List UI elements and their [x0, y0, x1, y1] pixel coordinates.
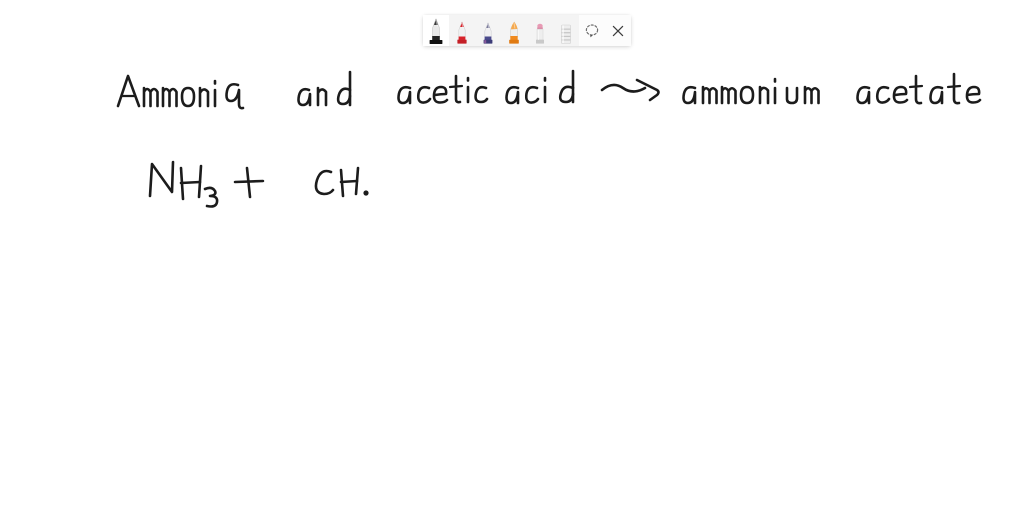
tool-black-pen[interactable]	[423, 15, 449, 46]
tool-lasso-select[interactable]	[579, 15, 605, 46]
handwriting-canvas	[116, 69, 982, 208]
handwriting-line-1	[116, 69, 982, 110]
tool-orange-highlighter[interactable]	[501, 15, 527, 46]
highlighter-icon	[483, 22, 493, 44]
tool-eraser[interactable]	[527, 15, 553, 46]
pen-toolbar[interactable]	[423, 15, 631, 46]
pen-icon	[457, 21, 467, 44]
pen-icon	[429, 18, 443, 44]
close-icon	[612, 25, 624, 36]
lasso-select-icon	[585, 23, 599, 37]
handwriting-line-2	[148, 160, 369, 208]
highlighter-icon	[509, 21, 519, 44]
eraser-icon	[536, 23, 544, 44]
tool-red-pen[interactable]	[449, 15, 475, 46]
close-button[interactable]	[605, 15, 631, 46]
tool-pages[interactable]	[553, 15, 579, 46]
pages-stack-icon	[561, 24, 571, 44]
tool-blue-highlighter[interactable]	[475, 15, 501, 46]
